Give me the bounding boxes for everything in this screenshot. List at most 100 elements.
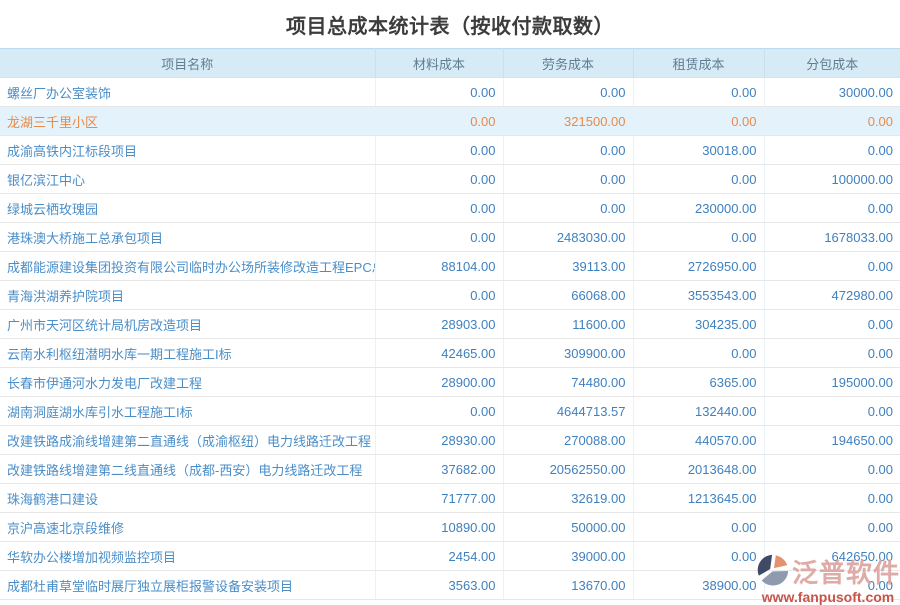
cell-project-name[interactable]: 银亿滨江中心: [0, 165, 375, 194]
cell-project-name[interactable]: 改建铁路成渝线增建第二直通线（成渝枢纽）电力线路迁改工程: [0, 426, 375, 455]
table-row[interactable]: 龙湖三千里小区 0.00 321500.00 0.00 0.00: [0, 107, 900, 136]
col-header-subcontract-cost[interactable]: 分包成本: [764, 49, 900, 78]
cell-project-name[interactable]: 成渝高铁内江标段项目: [0, 136, 375, 165]
cell-project-name[interactable]: 成都能源建设集团投资有限公司临时办公场所装修改造工程EPC总承包: [0, 252, 375, 281]
cell-project-name[interactable]: 青海洪湖养护院项目: [0, 281, 375, 310]
cell-subcontract-cost: 472980.00: [764, 281, 900, 310]
table-row[interactable]: 广州市天河区统计局机房改造项目 28903.00 11600.00 304235…: [0, 310, 900, 339]
cell-project-name[interactable]: 长春市伊通河水力发电厂改建工程: [0, 368, 375, 397]
cell-subcontract-cost: 0.00: [764, 397, 900, 426]
cell-material-cost: 71777.00: [375, 484, 503, 513]
table-row[interactable]: 湖南洞庭湖水库引水工程施工I标 0.00 4644713.57 132440.0…: [0, 397, 900, 426]
cell-subcontract-cost: 195000.00: [764, 368, 900, 397]
cell-subcontract-cost: 0.00: [764, 484, 900, 513]
cell-subcontract-cost: 1678033.00: [764, 223, 900, 252]
table-row[interactable]: 螺丝厂办公室装饰 0.00 0.00 0.00 30000.00: [0, 78, 900, 107]
cell-material-cost: 28900.00: [375, 368, 503, 397]
cell-material-cost: 0.00: [375, 165, 503, 194]
table-row[interactable]: 绿城云栖玫瑰园 0.00 0.00 230000.00 0.00: [0, 194, 900, 223]
cell-material-cost: 28903.00: [375, 310, 503, 339]
cell-rental-cost: 2726950.00: [633, 252, 764, 281]
cell-rental-cost: 440570.00: [633, 426, 764, 455]
cell-subcontract-cost: 0.00: [764, 513, 900, 542]
cell-project-name[interactable]: 龙湖三千里小区: [0, 107, 375, 136]
cell-material-cost: 3563.00: [375, 571, 503, 600]
col-header-labor-cost[interactable]: 劳务成本: [503, 49, 633, 78]
table-row[interactable]: 华软办公楼增加视频监控项目 2454.00 39000.00 0.00 6426…: [0, 542, 900, 571]
cell-project-name[interactable]: 华软办公楼增加视频监控项目: [0, 542, 375, 571]
cell-labor-cost: 0.00: [503, 136, 633, 165]
table-header-row: 项目名称 材料成本 劳务成本 租赁成本 分包成本: [0, 49, 900, 78]
cell-labor-cost: 321500.00: [503, 107, 633, 136]
cell-project-name[interactable]: 螺丝厂办公室装饰: [0, 78, 375, 107]
cell-labor-cost: 50000.00: [503, 513, 633, 542]
cell-material-cost: 37682.00: [375, 455, 503, 484]
table-row[interactable]: 云南水利枢纽潜明水库一期工程施工I标 42465.00 309900.00 0.…: [0, 339, 900, 368]
table-row[interactable]: 改建铁路成渝线增建第二直通线（成渝枢纽）电力线路迁改工程 28930.00 27…: [0, 426, 900, 455]
cell-labor-cost: 4644713.57: [503, 397, 633, 426]
cell-project-name[interactable]: 云南水利枢纽潜明水库一期工程施工I标: [0, 339, 375, 368]
cell-material-cost: 0.00: [375, 397, 503, 426]
cell-material-cost: 88104.00: [375, 252, 503, 281]
col-header-material-cost[interactable]: 材料成本: [375, 49, 503, 78]
cell-project-name[interactable]: 改建铁路线增建第二线直通线（成都-西安）电力线路迁改工程: [0, 455, 375, 484]
cell-subcontract-cost: 0.00: [764, 310, 900, 339]
table-row[interactable]: 成渝高铁内江标段项目 0.00 0.00 30018.00 0.00: [0, 136, 900, 165]
cell-rental-cost: 0.00: [633, 513, 764, 542]
table-row[interactable]: 京沪高速北京段维修 10890.00 50000.00 0.00 0.00: [0, 513, 900, 542]
cell-labor-cost: 309900.00: [503, 339, 633, 368]
col-header-project-name[interactable]: 项目名称: [0, 49, 375, 78]
table-row[interactable]: 成都杜甫草堂临时展厅独立展柜报警设备安装项目 3563.00 13670.00 …: [0, 571, 900, 600]
cell-subcontract-cost: 0.00: [764, 252, 900, 281]
cell-labor-cost: 0.00: [503, 78, 633, 107]
cell-rental-cost: 6365.00: [633, 368, 764, 397]
col-header-rental-cost[interactable]: 租赁成本: [633, 49, 764, 78]
cell-subcontract-cost: 194650.00: [764, 426, 900, 455]
cell-labor-cost: 66068.00: [503, 281, 633, 310]
project-cost-table: 项目名称 材料成本 劳务成本 租赁成本 分包成本 螺丝厂办公室装饰 0.00 0…: [0, 48, 900, 600]
cell-rental-cost: 0.00: [633, 339, 764, 368]
table-row[interactable]: 长春市伊通河水力发电厂改建工程 28900.00 74480.00 6365.0…: [0, 368, 900, 397]
cell-material-cost: 0.00: [375, 281, 503, 310]
cell-material-cost: 0.00: [375, 223, 503, 252]
table-row[interactable]: 港珠澳大桥施工总承包项目 0.00 2483030.00 0.00 167803…: [0, 223, 900, 252]
cell-material-cost: 0.00: [375, 136, 503, 165]
cell-project-name[interactable]: 珠海鹤港口建设: [0, 484, 375, 513]
cell-rental-cost: 0.00: [633, 223, 764, 252]
table-body: 螺丝厂办公室装饰 0.00 0.00 0.00 30000.00 龙湖三千里小区…: [0, 78, 900, 600]
cell-subcontract-cost: 0.00: [764, 339, 900, 368]
cell-rental-cost: 0.00: [633, 542, 764, 571]
cell-labor-cost: 13670.00: [503, 571, 633, 600]
cell-material-cost: 42465.00: [375, 339, 503, 368]
table-row[interactable]: 成都能源建设集团投资有限公司临时办公场所装修改造工程EPC总承包 88104.0…: [0, 252, 900, 281]
cell-project-name[interactable]: 绿城云栖玫瑰园: [0, 194, 375, 223]
cell-rental-cost: 2013648.00: [633, 455, 764, 484]
cell-project-name[interactable]: 京沪高速北京段维修: [0, 513, 375, 542]
cell-labor-cost: 74480.00: [503, 368, 633, 397]
cell-rental-cost: 1213645.00: [633, 484, 764, 513]
cell-labor-cost: 270088.00: [503, 426, 633, 455]
cell-material-cost: 28930.00: [375, 426, 503, 455]
cell-subcontract-cost: 0.00: [764, 107, 900, 136]
table-row[interactable]: 改建铁路线增建第二线直通线（成都-西安）电力线路迁改工程 37682.00 20…: [0, 455, 900, 484]
cell-project-name[interactable]: 湖南洞庭湖水库引水工程施工I标: [0, 397, 375, 426]
cell-material-cost: 10890.00: [375, 513, 503, 542]
cell-subcontract-cost: 642650.00: [764, 542, 900, 571]
cell-subcontract-cost: 0.00: [764, 194, 900, 223]
cell-project-name[interactable]: 成都杜甫草堂临时展厅独立展柜报警设备安装项目: [0, 571, 375, 600]
table-row[interactable]: 青海洪湖养护院项目 0.00 66068.00 3553543.00 47298…: [0, 281, 900, 310]
cell-subcontract-cost: 0.00: [764, 571, 900, 600]
cell-rental-cost: 304235.00: [633, 310, 764, 339]
page-title: 项目总成本统计表（按收付款取数）: [0, 0, 900, 48]
cell-material-cost: 0.00: [375, 194, 503, 223]
cell-labor-cost: 0.00: [503, 165, 633, 194]
cell-labor-cost: 20562550.00: [503, 455, 633, 484]
cell-project-name[interactable]: 广州市天河区统计局机房改造项目: [0, 310, 375, 339]
cell-rental-cost: 0.00: [633, 165, 764, 194]
cell-labor-cost: 2483030.00: [503, 223, 633, 252]
table-row[interactable]: 珠海鹤港口建设 71777.00 32619.00 1213645.00 0.0…: [0, 484, 900, 513]
cell-subcontract-cost: 30000.00: [764, 78, 900, 107]
table-row[interactable]: 银亿滨江中心 0.00 0.00 0.00 100000.00: [0, 165, 900, 194]
cell-project-name[interactable]: 港珠澳大桥施工总承包项目: [0, 223, 375, 252]
cell-rental-cost: 0.00: [633, 78, 764, 107]
